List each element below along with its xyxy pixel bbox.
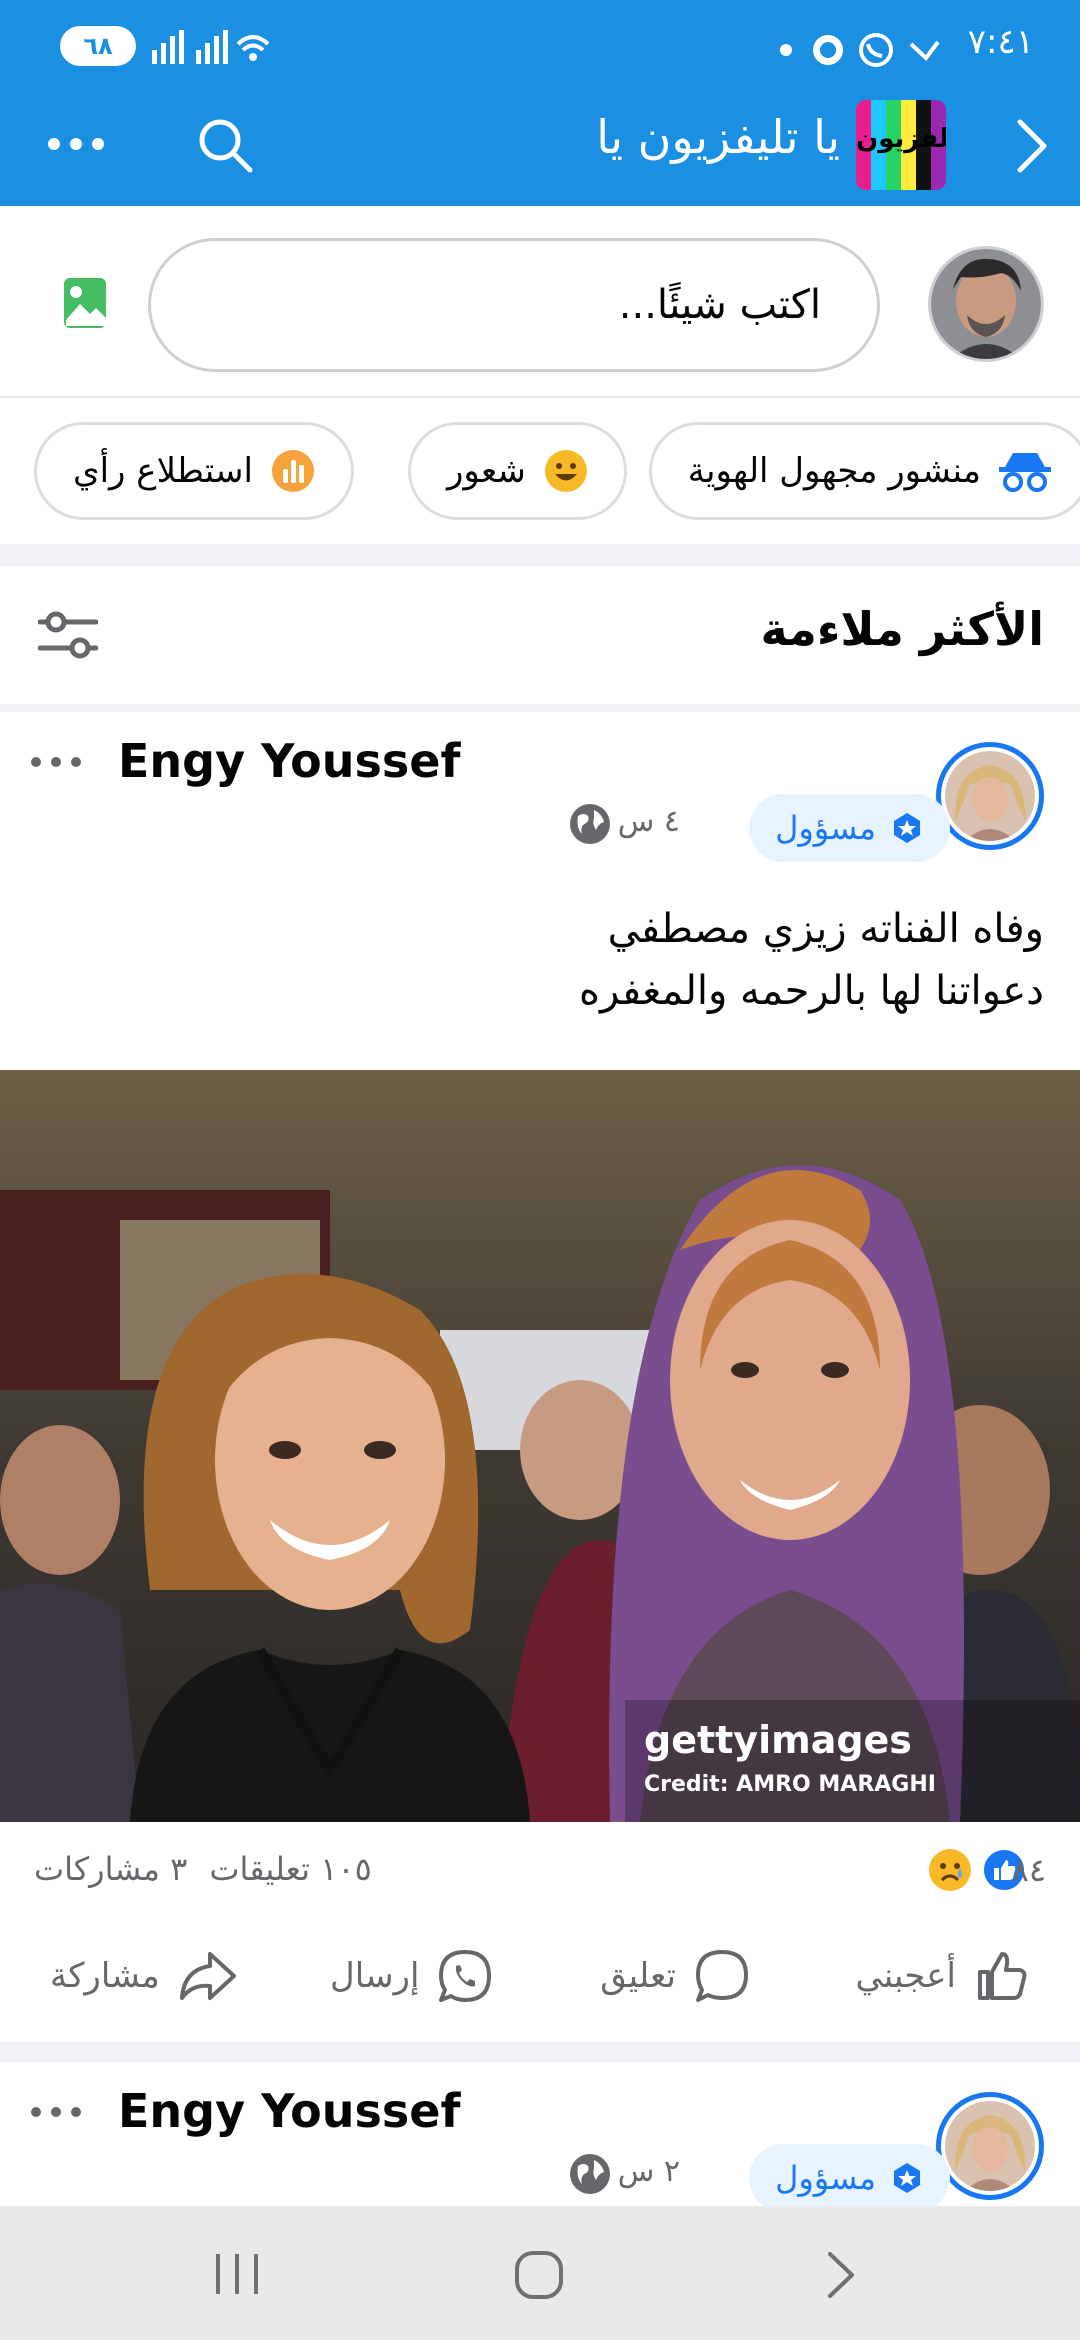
reactions-summary[interactable]: ٨٤ [928, 1848, 1046, 1892]
system-nav-bar [0, 2206, 1080, 2340]
chip-label: شعور [447, 451, 526, 491]
author-avatar[interactable] [936, 2092, 1044, 2200]
post-text-line-1: وفاه الفناته زيزي مصطفي [607, 906, 1044, 952]
composer-placeholder: اكتب شيئًا... [618, 282, 821, 328]
post-author[interactable]: Engy Youssef [118, 734, 461, 788]
chip-label: استطلاع رأي [73, 451, 253, 491]
comments-count[interactable]: ١٠٥ تعليقات [209, 1850, 371, 1888]
chip-feeling[interactable]: شعور [408, 422, 627, 520]
like-label: أعجبني [855, 1956, 956, 1996]
shield-star-icon [890, 2161, 924, 2195]
chip-poll[interactable]: استطلاع رأي [34, 422, 354, 520]
shares-count[interactable]: ٣ مشاركات [34, 1850, 187, 1888]
admin-badge: مسؤول [749, 2144, 950, 2212]
share-arrow-icon [178, 1948, 238, 2004]
share-label: مشاركة [50, 1956, 160, 1996]
chip-anonymous-post[interactable]: منشور مجهول الهوية [648, 422, 1080, 520]
send-whatsapp-button[interactable]: إرسال [330, 1948, 493, 2004]
group-logo[interactable]: تلفزيون [856, 100, 946, 190]
sort-title[interactable]: الأكثر ملاءمة [761, 602, 1044, 656]
chevron-right-icon[interactable] [1014, 118, 1050, 174]
poll-icon [271, 449, 315, 493]
notification-icons [776, 32, 946, 68]
more-options-icon[interactable] [46, 128, 106, 160]
post-stats: ١٠٥ تعليقات ٣ مشاركات [34, 1850, 372, 1888]
globe-icon [568, 2152, 612, 2196]
comment-bubble-icon [694, 1948, 750, 2004]
photo-credit: Credit: AMRO MARAGHI [644, 1772, 936, 1797]
share-button[interactable]: مشاركة [50, 1948, 238, 2004]
post-more-icon[interactable] [28, 2102, 84, 2122]
like-button[interactable]: أعجبني [855, 1948, 1030, 2004]
battery-indicator: ٦٨ [60, 26, 136, 66]
back-icon[interactable] [826, 2250, 856, 2300]
feed-sort-bar: الأكثر ملاءمة [0, 566, 1080, 704]
battery-level: ٦٨ [83, 32, 113, 60]
whatsapp-icon [437, 1948, 493, 2004]
group-logo-text: تلفزيون [856, 124, 946, 154]
signal-icon [150, 30, 270, 66]
admin-role: مسؤول [775, 809, 876, 847]
admin-role: مسؤول [775, 2159, 876, 2197]
user-avatar[interactable] [928, 246, 1044, 362]
post-text-line-2: دعواتنا لها بالرحمه والمغفره [579, 968, 1044, 1014]
status-time: ٧:٤١ [967, 22, 1034, 62]
app-header: ٦٨ ٧:٤١ يا تليفزيون يا فزيون [0, 0, 1080, 206]
comment-button[interactable]: تعليق [600, 1948, 750, 2004]
incognito-icon [999, 449, 1051, 493]
admin-badge: مسؤول [749, 794, 950, 862]
home-icon[interactable] [514, 2250, 564, 2300]
smiley-icon [544, 449, 588, 493]
group-title[interactable]: يا تليفزيون يا [596, 110, 840, 164]
filter-sliders-icon[interactable] [38, 608, 98, 662]
chip-label: منشور مجهول الهوية [687, 451, 981, 491]
recent-apps-icon[interactable] [214, 2252, 260, 2296]
send-label: إرسال [330, 1956, 420, 1996]
feed-post: Engy Youssef مسؤول ٤ س · وفاه الفناته زي… [0, 712, 1080, 2042]
composer-input[interactable]: اكتب شيئًا... [148, 238, 880, 372]
post-author[interactable]: Engy Youssef [118, 2084, 461, 2138]
globe-icon [568, 802, 612, 846]
post-composer: اكتب شيئًا... [0, 206, 1080, 396]
comment-label: تعليق [600, 1956, 676, 1996]
author-avatar[interactable] [936, 742, 1044, 850]
shield-star-icon [890, 811, 924, 845]
post-more-icon[interactable] [28, 752, 84, 772]
reactions-count: ٨٤ [1011, 1851, 1046, 1889]
feed-post: Engy Youssef مسؤول ٢ س · [0, 2062, 1080, 2212]
thumbs-up-icon [974, 1948, 1030, 2004]
photo-watermark: gettyimages [644, 1718, 912, 1762]
post-photo[interactable]: gettyimages Credit: AMRO MARAGHI [0, 1070, 1080, 1822]
search-icon[interactable] [196, 116, 254, 174]
sad-reaction-icon [928, 1848, 972, 1892]
post-type-chips: منشور مجهول الهوية شعور استطلاع رأي [0, 396, 1080, 544]
photo-icon[interactable] [62, 276, 108, 330]
